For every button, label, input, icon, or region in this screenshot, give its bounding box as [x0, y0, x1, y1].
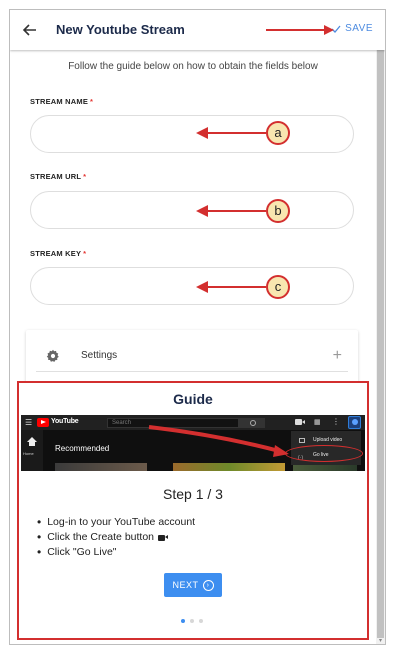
step-item: Click the Create button	[37, 530, 195, 545]
page-title: New Youtube Stream	[56, 22, 185, 37]
pager-dot-3[interactable]	[199, 619, 203, 623]
settings-card: Settings +	[26, 330, 358, 384]
youtube-screenshot: ☰ YouTube Search ▦ ⋮ Home Recommended Up…	[21, 415, 365, 471]
apps-grid-icon: ▦	[314, 419, 321, 426]
youtube-logo-icon	[37, 418, 49, 427]
steps-list: Log-in to your YouTube account Click the…	[37, 515, 195, 560]
yt-home-label: Home	[23, 451, 34, 456]
annotation-c: c	[266, 275, 290, 299]
yt-search-field: Search	[107, 418, 239, 428]
settings-expander[interactable]: Settings +	[36, 340, 348, 372]
video-thumbnail	[55, 463, 147, 471]
annotation-arrow-b	[196, 205, 266, 217]
next-button[interactable]: NEXT ›	[164, 573, 222, 597]
yt-sidebar: Home	[21, 430, 43, 471]
yt-logo-text: YouTube	[51, 418, 79, 425]
upload-icon	[299, 438, 305, 443]
stream-name-input[interactable]	[30, 115, 354, 153]
golive-highlight-ring	[285, 445, 363, 462]
step-item: Click "Go Live"	[37, 545, 195, 560]
menu-icon: ☰	[25, 418, 33, 427]
plus-icon[interactable]: +	[333, 347, 342, 365]
next-label: NEXT	[172, 580, 199, 590]
chevron-right-icon: ›	[202, 579, 214, 591]
save-button[interactable]: SAVE	[331, 23, 373, 34]
stream-url-label: STREAM URL *	[30, 172, 87, 181]
more-vertical-icon: ⋮	[332, 417, 340, 426]
save-label: SAVE	[345, 23, 373, 34]
home-icon	[27, 437, 37, 446]
video-camera-icon	[158, 534, 169, 541]
scrollbar[interactable]: ▾	[376, 50, 385, 644]
annotation-a: a	[266, 121, 290, 145]
guide-panel: Guide ☰ YouTube Search ▦ ⋮ Home Recommen…	[17, 381, 369, 640]
annotation-arrow-d	[266, 25, 334, 35]
pager-dot-2[interactable]	[190, 619, 194, 623]
search-icon	[239, 418, 265, 428]
app-frame: New Youtube Stream SAVE d Follow the gui…	[9, 9, 386, 645]
scroll-down-arrow-icon[interactable]: ▾	[377, 638, 384, 644]
video-thumbnail	[173, 463, 285, 471]
video-camera-icon	[295, 419, 305, 425]
form-content: Follow the guide below on how to obtain …	[10, 50, 376, 644]
yt-topbar: ☰ YouTube Search ▦ ⋮	[21, 415, 365, 430]
annotation-b: b	[266, 199, 290, 223]
annotation-arrow-c	[196, 281, 266, 293]
pager-dot-1[interactable]	[181, 619, 185, 623]
avatar-icon	[348, 416, 361, 429]
stream-key-input[interactable]	[30, 267, 354, 305]
annotation-arrow-a	[196, 127, 266, 139]
settings-label: Settings	[81, 350, 118, 361]
stream-url-input[interactable]	[30, 191, 354, 229]
instructions-text: Follow the guide below on how to obtain …	[68, 61, 318, 72]
yt-recommended-heading: Recommended	[55, 444, 110, 453]
guide-title: Guide	[173, 391, 213, 407]
carousel-pager	[181, 619, 203, 623]
back-arrow-icon[interactable]	[20, 20, 40, 40]
gear-icon	[46, 349, 59, 362]
scrollbar-thumb[interactable]	[377, 50, 384, 638]
stream-key-label: STREAM KEY *	[30, 249, 87, 258]
step-item: Log-in to your YouTube account	[37, 515, 195, 530]
stream-name-label: STREAM NAME *	[30, 97, 94, 106]
step-counter: Step 1 / 3	[163, 486, 223, 502]
